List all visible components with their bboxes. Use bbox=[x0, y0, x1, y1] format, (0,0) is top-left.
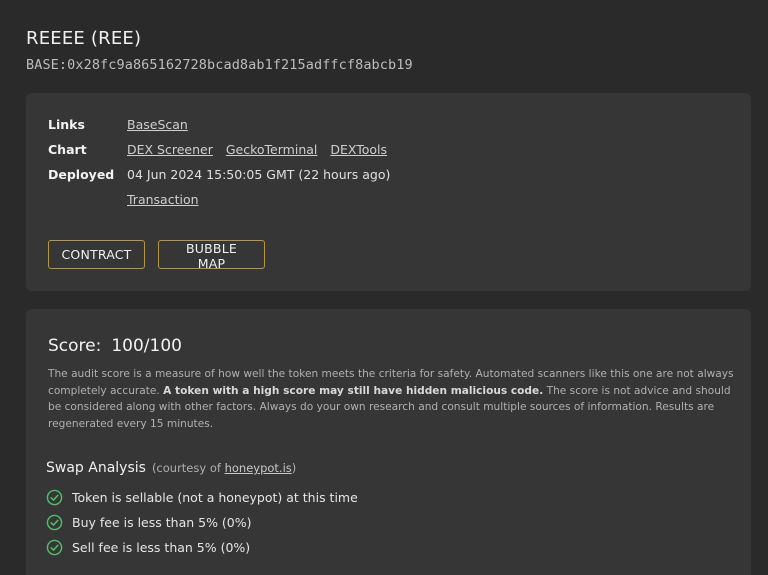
score-label: Score: bbox=[48, 336, 102, 356]
token-title: REEEE (REE) bbox=[26, 28, 142, 49]
transaction-link[interactable]: Transaction bbox=[127, 192, 199, 207]
token-info-card: Links BaseScan Chart DEX Screener GeckoT… bbox=[26, 93, 751, 291]
check-item-sellable: Token is sellable (not a honeypot) at th… bbox=[46, 489, 358, 506]
score-value: 100/100 bbox=[111, 336, 182, 356]
check-text: Buy fee is less than 5% (0%) bbox=[72, 515, 252, 530]
check-circle-icon bbox=[46, 489, 63, 506]
deployed-value: 04 Jun 2024 15:50:05 GMT (22 hours ago) bbox=[127, 167, 391, 182]
check-text: Token is sellable (not a honeypot) at th… bbox=[72, 490, 358, 505]
dex-screener-link[interactable]: DEX Screener bbox=[127, 142, 213, 157]
chart-label: Chart bbox=[48, 142, 87, 157]
swap-analysis-heading: Swap Analysis (courtesy of honeypot.is) bbox=[46, 460, 296, 476]
honeypot-link[interactable]: honeypot.is bbox=[225, 461, 292, 475]
swap-courtesy: (courtesy of honeypot.is) bbox=[152, 461, 296, 475]
token-audit-page: REEEE (REE) BASE:0x28fc9a865162728bcad8a… bbox=[0, 0, 768, 575]
check-item-buy-fee: Buy fee is less than 5% (0%) bbox=[46, 514, 252, 531]
check-item-sell-fee: Sell fee is less than 5% (0%) bbox=[46, 539, 250, 556]
chart-links: DEX Screener GeckoTerminal DEXTools bbox=[127, 142, 396, 157]
swap-analysis-title: Swap Analysis bbox=[46, 460, 146, 476]
courtesy-prefix: (courtesy of bbox=[151, 461, 225, 475]
transaction-values: Transaction bbox=[127, 192, 208, 207]
score-heading: Score: 100/100 bbox=[48, 336, 182, 356]
token-address[interactable]: BASE:0x28fc9a865162728bcad8ab1f215adffcf… bbox=[26, 57, 413, 73]
score-desc-warning: A token with a high score may still have… bbox=[163, 384, 544, 397]
links-values: BaseScan bbox=[127, 117, 197, 132]
score-description: The audit score is a measure of how well… bbox=[48, 366, 738, 432]
contract-button[interactable]: CONTRACT bbox=[48, 240, 145, 269]
score-card: Score: 100/100 The audit score is a measu… bbox=[26, 309, 751, 575]
check-circle-icon bbox=[46, 514, 63, 531]
basescan-link[interactable]: BaseScan bbox=[127, 117, 188, 132]
bubble-map-button[interactable]: BUBBLE MAP bbox=[158, 240, 265, 271]
links-label: Links bbox=[48, 117, 85, 132]
check-text: Sell fee is less than 5% (0%) bbox=[72, 540, 251, 555]
dextools-link[interactable]: DEXTools bbox=[330, 142, 387, 157]
courtesy-suffix: ) bbox=[291, 461, 297, 475]
deployed-label: Deployed bbox=[48, 167, 115, 182]
check-circle-icon bbox=[46, 539, 63, 556]
gecko-terminal-link[interactable]: GeckoTerminal bbox=[226, 142, 318, 157]
